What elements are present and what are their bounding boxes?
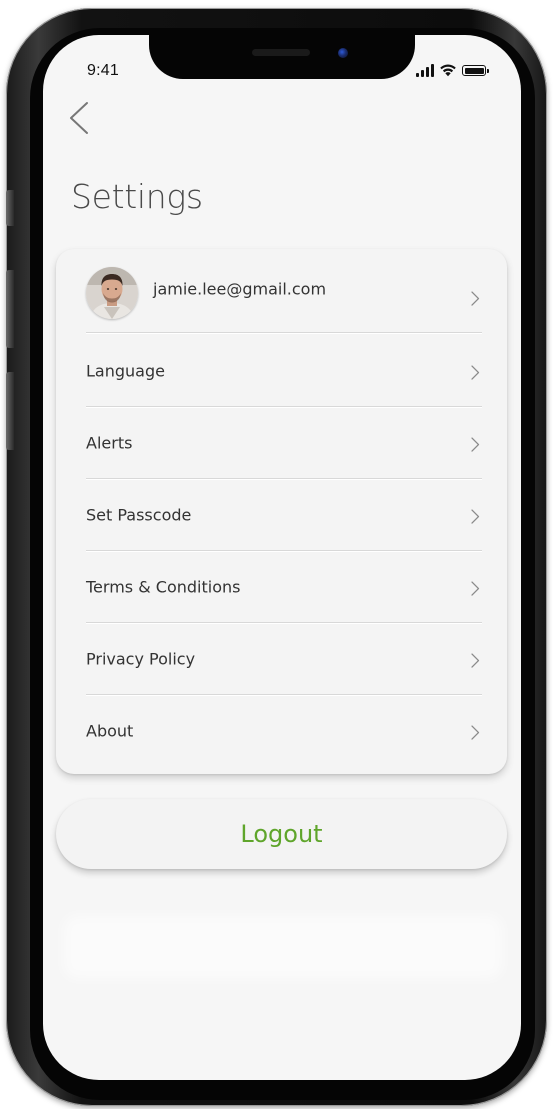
chevron-right-icon [471, 365, 480, 380]
chevron-right-icon [471, 437, 480, 452]
row-divider [86, 332, 482, 333]
account-row[interactable]: jamie.lee@gmail.com [86, 261, 482, 333]
settings-item-label: Privacy Policy [86, 649, 196, 669]
settings-item-label: Language [86, 361, 165, 381]
chevron-right-icon [471, 725, 480, 740]
settings-card: jamie.lee@gmail.com Language Alerts Set … [56, 249, 507, 774]
battery-icon [462, 65, 489, 76]
wifi-icon [440, 64, 456, 77]
settings-item-language[interactable]: Language [86, 335, 482, 407]
cellular-signal-icon [416, 64, 434, 77]
back-button[interactable] [67, 101, 93, 135]
background-blur [63, 915, 503, 979]
settings-item-terms[interactable]: Terms & Conditions [86, 551, 482, 623]
settings-item-label: Alerts [86, 433, 133, 453]
settings-item-label: Set Passcode [86, 505, 192, 525]
chevron-right-icon [471, 509, 480, 524]
volume-up-button [6, 270, 14, 348]
chevron-left-icon [70, 102, 88, 134]
logout-button[interactable]: Logout [56, 799, 507, 869]
notch [149, 35, 415, 79]
app-screen: 9:41 Settings jamie.lee@gmail.com Langua… [43, 35, 521, 1080]
mute-switch [6, 190, 14, 226]
volume-down-button [6, 372, 14, 450]
chevron-right-icon [471, 291, 480, 306]
settings-item-set-passcode[interactable]: Set Passcode [86, 479, 482, 551]
front-camera-icon [338, 48, 348, 58]
avatar [86, 267, 138, 319]
chevron-right-icon [471, 653, 480, 668]
chevron-right-icon [471, 581, 480, 596]
settings-item-about[interactable]: About [86, 695, 482, 767]
settings-item-alerts[interactable]: Alerts [86, 407, 482, 479]
account-email: jamie.lee@gmail.com [153, 279, 327, 299]
user-avatar-icon [86, 267, 138, 319]
status-time: 9:41 [87, 62, 119, 79]
status-icons [416, 59, 489, 77]
page-title: Settings [71, 177, 203, 216]
settings-item-privacy-policy[interactable]: Privacy Policy [86, 623, 482, 695]
earpiece-speaker [252, 49, 310, 56]
logout-label: Logout [240, 820, 323, 848]
settings-item-label: Terms & Conditions [86, 577, 241, 597]
settings-item-label: About [86, 721, 134, 741]
